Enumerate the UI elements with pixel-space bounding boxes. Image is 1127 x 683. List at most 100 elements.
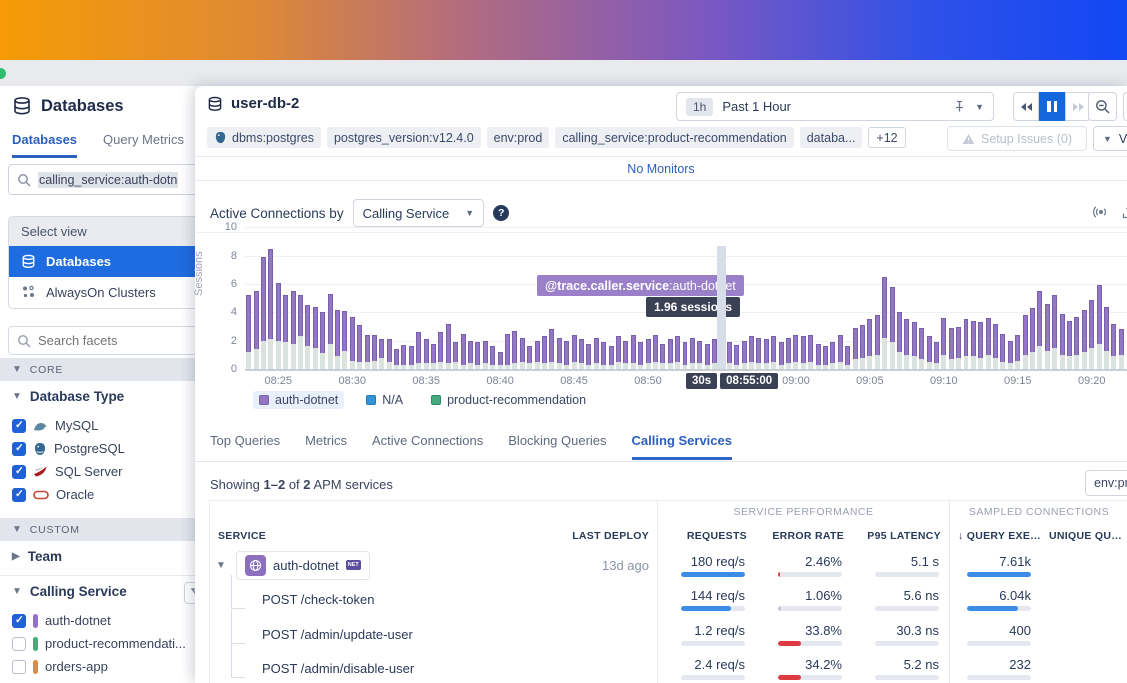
tab-top-queries[interactable]: Top Queries [210, 433, 280, 460]
export-icon[interactable] [1121, 204, 1127, 220]
tags-overflow-badge[interactable]: +12 [868, 127, 906, 148]
checkbox[interactable] [12, 636, 26, 651]
bar-other-segment [675, 361, 681, 369]
table-row-post-admin-disable-user[interactable]: POST /admin/disable-user 2.4 req/s 34.2% 5.… [210, 644, 1127, 683]
env-filter-input[interactable]: env:pro [1085, 470, 1127, 496]
section-custom[interactable]: ▼ CUSTOM [0, 518, 200, 541]
bar-auth-dotnet-segment [763, 339, 769, 364]
chart-hover-time-badges: 30s 08:55:00 [685, 373, 779, 389]
help-icon[interactable]: ? [493, 205, 510, 221]
breakdown-select[interactable]: Calling Service ▼ [352, 199, 485, 227]
legend-item-n-a[interactable]: N/A [360, 391, 409, 409]
facet-option-product-recommendati-[interactable]: product-recommendati... [12, 632, 198, 655]
table-row-post-check-token[interactable]: POST /check-token 144 req/s 1.06% 5.6 ns 6.0… [210, 575, 1127, 617]
endpoint-name[interactable]: POST /admin/update-user [214, 609, 413, 644]
tag-pill[interactable]: dbms:postgres [207, 127, 321, 148]
refresh-button[interactable] [1123, 92, 1127, 121]
metric-value: 5.6 ns [903, 588, 939, 604]
facet-option-postgresql[interactable]: PostgreSQL [12, 437, 198, 460]
bar-other-segment [852, 359, 858, 369]
col-header-unique-queries[interactable]: UNIQUE QU… [1041, 523, 1127, 548]
watchdog-icon[interactable] [1093, 204, 1109, 220]
table-row-auth-dotnet[interactable]: ▼ auth-dotnet NET 13d ago 180 req/s 2.46% 5.1 … [210, 548, 1127, 583]
endpoint-name[interactable]: POST /admin/disable-user [214, 644, 414, 679]
legend-item-auth-dotnet[interactable]: auth-dotnet [253, 391, 345, 409]
facet-group-team[interactable]: ▶ Team [12, 549, 62, 564]
select-view-item-alwayson-clusters[interactable]: AlwaysOn Clusters [9, 277, 207, 308]
cluster-icon [21, 285, 36, 300]
col-header-error-rate[interactable]: ERROR RATE [755, 523, 852, 548]
setup-issues-button[interactable]: Setup Issues (0) [947, 126, 1087, 151]
checkbox[interactable] [12, 659, 26, 674]
facet-option-mysql[interactable]: MySQL [12, 414, 198, 437]
facet-search[interactable] [8, 326, 208, 355]
sidebar-tab-databases[interactable]: Databases [12, 132, 78, 158]
col-header-last-deploy[interactable]: LAST DEPLOY [572, 523, 657, 548]
checkbox[interactable] [12, 441, 26, 456]
time-range-selector[interactable]: 1h Past 1 Hour ▼ [676, 92, 994, 121]
checkbox[interactable] [12, 418, 26, 433]
chevron-down-icon[interactable]: ▼ [214, 560, 228, 571]
checkbox[interactable] [12, 487, 26, 502]
pin-icon[interactable] [953, 100, 966, 113]
col-header-p95-latency[interactable]: P95 LATENCY [852, 523, 949, 548]
tab-blocking-queries[interactable]: Blocking Queries [508, 433, 606, 460]
bar-other-segment [919, 359, 925, 369]
bar-auth-dotnet-segment [556, 337, 562, 364]
group-header-sampled-connections: SAMPLED CONNECTIONS [949, 501, 1127, 523]
tab-active-connections[interactable]: Active Connections [372, 433, 483, 460]
bar-other-segment [1096, 343, 1102, 369]
col-header-requests[interactable]: REQUESTS [657, 523, 755, 548]
tag-pill[interactable]: env:prod [486, 127, 550, 148]
facet-option-oracle[interactable]: Oracle [12, 483, 198, 506]
bar-auth-dotnet-segment [297, 295, 303, 337]
facet-option-orders-app[interactable]: orders-app [12, 655, 198, 678]
bar-other-segment [985, 354, 991, 369]
sidebar-search-value[interactable]: calling_service:auth-dotn [38, 171, 179, 188]
bar-auth-dotnet-segment [911, 322, 917, 357]
col-header-query-executions[interactable]: ↓ QUERY EXE… [949, 523, 1041, 548]
bar-auth-dotnet-segment [490, 346, 496, 365]
bar-other-segment [260, 340, 266, 369]
tag-pill[interactable]: calling_service:product-recommendation [555, 127, 794, 148]
facet-group-database-type[interactable]: ▼ Database Type [12, 389, 124, 404]
facet-option-sql-server[interactable]: SQL Server [12, 460, 198, 483]
facet-option-auth-dotnet[interactable]: auth-dotnet [12, 609, 198, 632]
section-core[interactable]: ▼ CORE [0, 358, 200, 381]
legend-item-product-recommendation[interactable]: product-recommendation [425, 391, 592, 409]
chevron-down-icon[interactable]: ▼ [975, 102, 984, 112]
bar-auth-dotnet-segment [371, 335, 377, 361]
bar-auth-dotnet-segment [312, 306, 318, 348]
no-monitors-link[interactable]: No Monitors [627, 162, 694, 176]
bar-auth-dotnet-segment [571, 335, 577, 362]
pause-button[interactable] [1039, 92, 1065, 121]
facet-group-calling-service[interactable]: ▼ Calling Service [12, 584, 127, 599]
facet-search-input[interactable] [38, 333, 158, 348]
sidebar-search[interactable]: calling_service:auth-dotn [8, 164, 208, 195]
tab-calling-services[interactable]: Calling Services [631, 433, 732, 460]
zoom-out-button[interactable] [1088, 92, 1117, 121]
bar-auth-dotnet-segment [320, 312, 326, 354]
bar-other-segment [334, 356, 340, 369]
checkbox[interactable] [12, 464, 26, 479]
bar-other-segment [911, 356, 917, 369]
bar-other-segment [837, 361, 843, 369]
bar-other-segment [859, 357, 865, 369]
metric-cell: 2.4 req/s [657, 651, 755, 683]
tag-pill[interactable]: postgres_version:v12.4.0 [326, 127, 481, 148]
select-view-item-label: AlwaysOn Clusters [46, 285, 156, 300]
tab-metrics[interactable]: Metrics [305, 433, 347, 460]
col-header-service[interactable]: SERVICE [210, 523, 572, 548]
chevron-down-icon: ▼ [12, 586, 22, 597]
select-view-item-databases[interactable]: Databases [9, 246, 207, 277]
tag-pill[interactable]: databa... [799, 127, 863, 148]
view-dropdown-button[interactable]: ▼ View P [1093, 126, 1127, 151]
checkbox[interactable] [12, 613, 26, 628]
endpoint-name[interactable]: POST /check-token [214, 575, 374, 610]
table-row-post-admin-update-user[interactable]: POST /admin/update-user 1.2 req/s 33.8% 30.… [210, 609, 1127, 652]
rewind-button[interactable] [1013, 92, 1039, 121]
service-name-pill[interactable]: auth-dotnet NET [236, 550, 370, 580]
service-cell: POST /admin/disable-user [210, 644, 572, 683]
legend-swatch [259, 395, 269, 405]
sidebar-tab-query-metrics[interactable]: Query Metrics [103, 132, 184, 158]
